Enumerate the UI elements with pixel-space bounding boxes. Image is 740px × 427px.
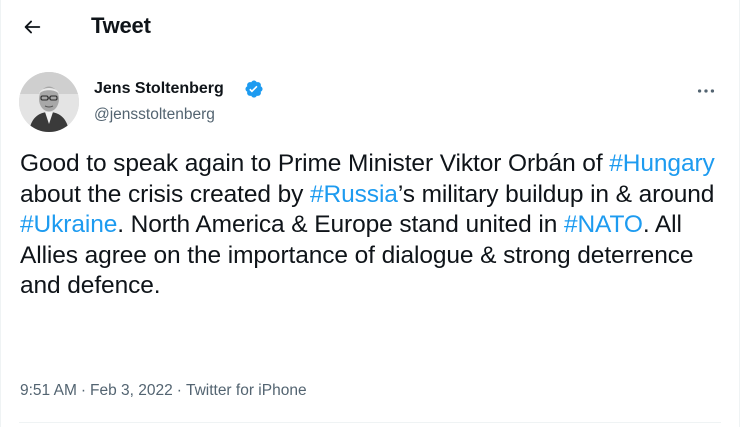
more-options-button[interactable] — [691, 76, 721, 106]
author-avatar[interactable] — [19, 72, 79, 132]
verified-badge-icon — [245, 80, 263, 98]
hashtag-link-russia[interactable]: #Russia — [310, 181, 398, 208]
hashtag-link-hungary[interactable]: #Hungary — [609, 150, 715, 177]
author-name[interactable]: Jens Stoltenberg — [94, 78, 224, 100]
tweet-text-segment: ’s military buildup in & around — [397, 180, 715, 208]
more-horizontal-icon — [697, 89, 715, 93]
tweet-text-segment: about the crisis created by — [20, 180, 310, 208]
tweet-text-segment: . North America & Europe stand united in — [117, 211, 564, 238]
meta-separator: · — [80, 382, 87, 399]
hashtag-link-nato[interactable]: #NATO — [564, 211, 643, 238]
page-header: Tweet — [1, 0, 739, 53]
hashtag-link-ukraine[interactable]: #Ukraine — [20, 211, 117, 238]
page-title: Tweet — [91, 13, 151, 38]
tweet-time[interactable]: 9:51 AM — [20, 382, 77, 399]
tweet-page: Tweet Jens Stoltenberg @jensstoltenberg … — [0, 0, 740, 427]
tweet-text-segment: Good to speak again to Prime Minister Vi… — [20, 150, 610, 177]
author-handle[interactable]: @jensstoltenberg — [94, 105, 215, 125]
back-button[interactable] — [14, 9, 50, 45]
tweet-meta: 9:51 AM · Feb 3, 2022 · Twitter for iPhone — [20, 381, 307, 401]
meta-separator: · — [176, 382, 182, 399]
tweet-text: Good to speak again to Prime Minister Vi… — [20, 149, 726, 302]
tweet-source[interactable]: Twitter for iPhone — [186, 382, 307, 399]
divider — [19, 422, 721, 423]
arrow-left-icon — [24, 20, 41, 34]
tweet-date[interactable]: Feb 3, 2022 — [90, 382, 173, 399]
profile-photo-icon — [19, 72, 79, 132]
